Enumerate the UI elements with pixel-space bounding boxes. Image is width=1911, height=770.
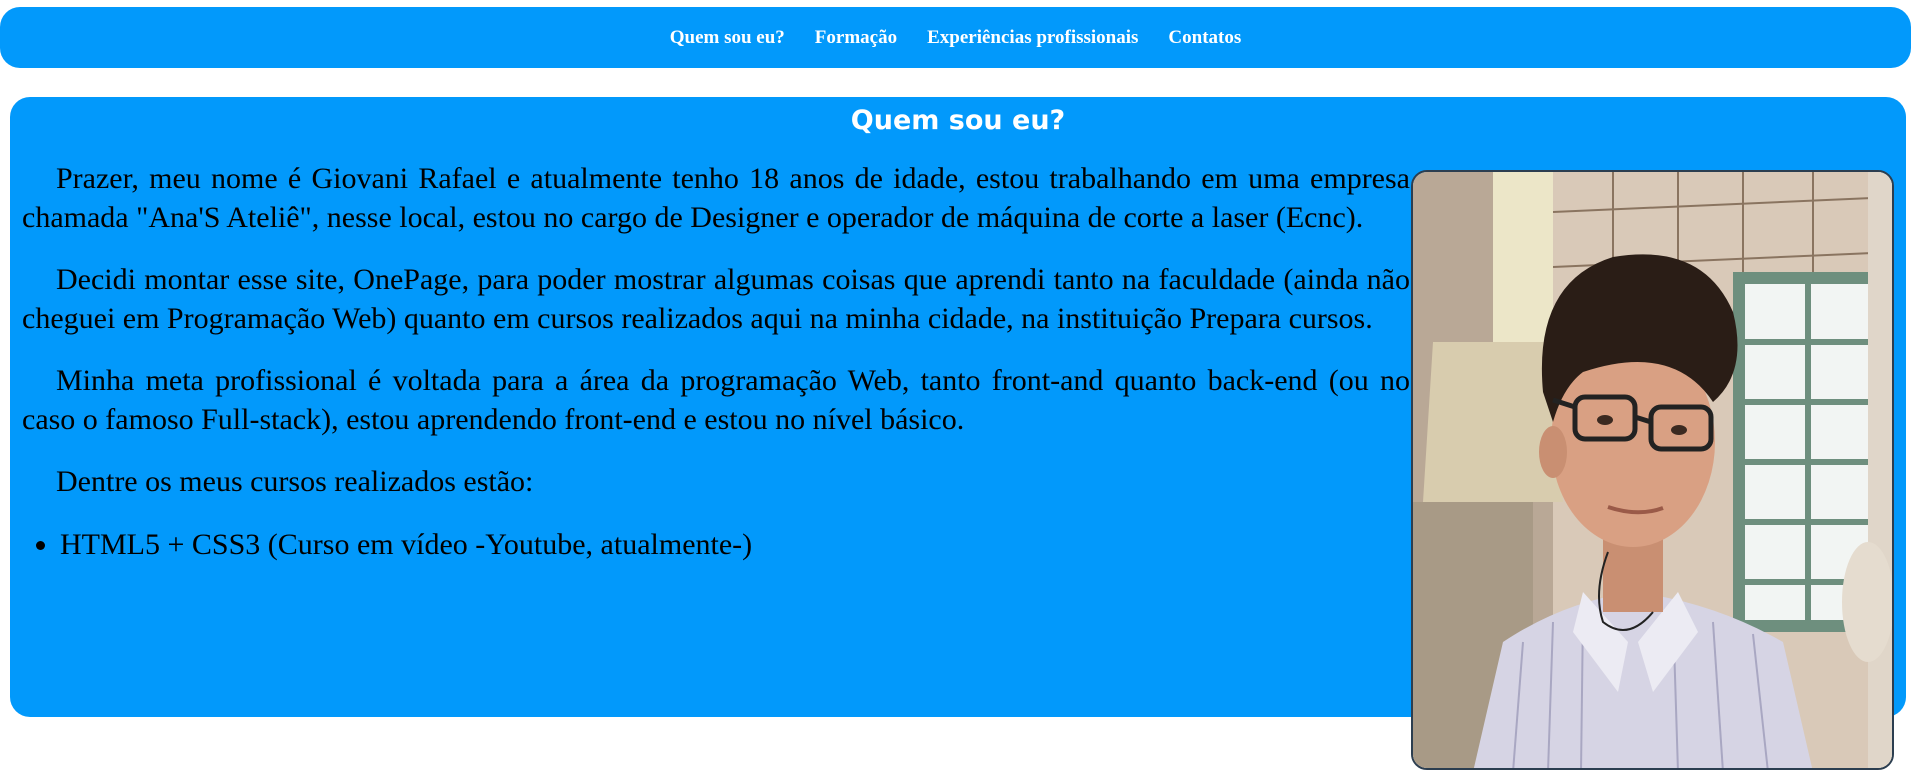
about-section: Quem sou eu? Prazer, meu nome é Giovani … (10, 97, 1906, 770)
profile-photo-illustration (1413, 172, 1892, 768)
paragraph-intro: Prazer, meu nome é Giovani Rafael e atua… (22, 162, 1410, 234)
list-item: HTML5 + CSS3 (Curso em vídeo -Youtube, a… (60, 526, 1410, 565)
paragraph-courses-intro: Dentre os meus cursos realizados estão: (56, 465, 534, 498)
about-text: Prazer, meu nome é Giovani Rafael e atua… (22, 160, 1410, 564)
paragraph-goal: Minha meta profissional é voltada para a… (22, 364, 1410, 436)
nav-link-experiencias[interactable]: Experiências profissionais (927, 27, 1138, 49)
nav-link-formacao[interactable]: Formação (815, 27, 897, 49)
profile-photo (1411, 170, 1894, 770)
top-navigation: Quem sou eu? Formação Experiências profi… (0, 7, 1911, 68)
section-title: Quem sou eu? (850, 105, 1066, 136)
nav-link-contatos[interactable]: Contatos (1168, 27, 1241, 49)
courses-list: HTML5 + CSS3 (Curso em vídeo -Youtube, a… (22, 526, 1410, 565)
nav-link-quem-sou-eu[interactable]: Quem sou eu? (670, 27, 785, 49)
paragraph-site: Decidi montar esse site, OnePage, para p… (22, 263, 1410, 335)
